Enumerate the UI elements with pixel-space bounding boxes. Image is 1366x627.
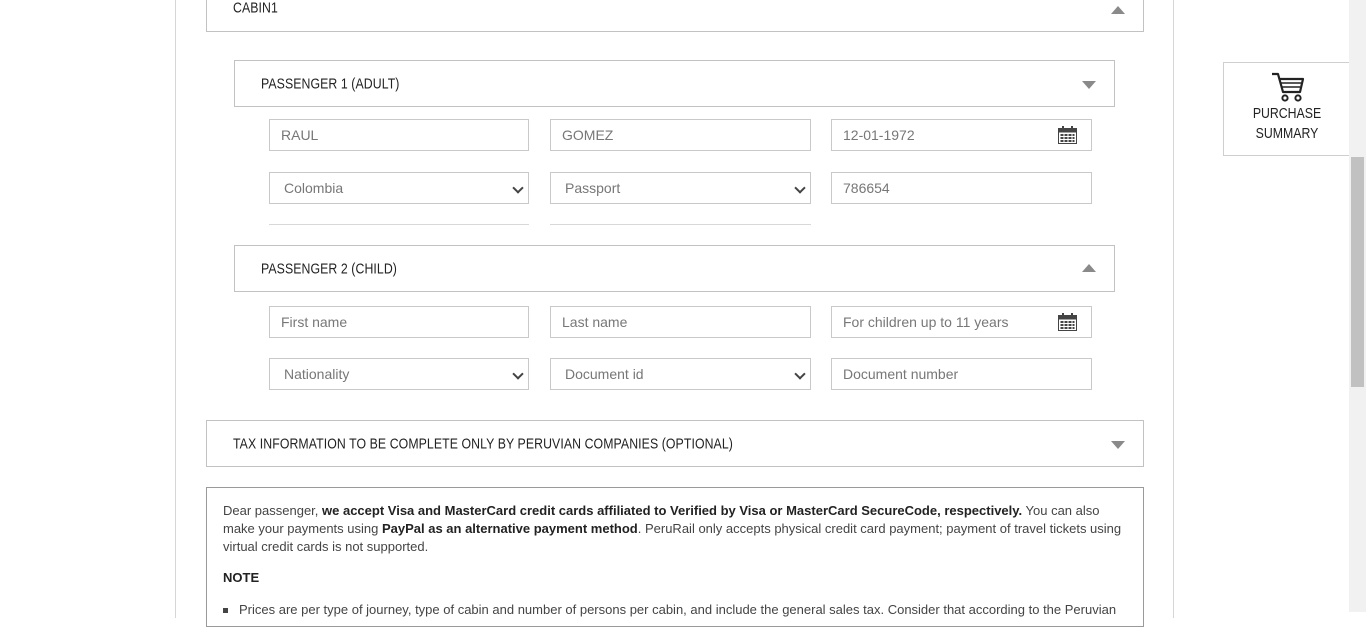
collapse-arrow-icon[interactable]	[1111, 6, 1125, 14]
expand-arrow-icon[interactable]	[1082, 80, 1096, 89]
passenger1-birth-date-value: 12-01-1972	[843, 127, 915, 143]
payment-info-paypal: PayPal as an alternative payment method	[381, 521, 638, 536]
passenger1-last-name-value: GOMEZ	[562, 127, 614, 143]
collapse-arrow-icon[interactable]	[1082, 263, 1096, 272]
passenger2-title: PASSENGER 2 (CHILD)	[261, 260, 397, 277]
page-scrollbar[interactable]	[1349, 0, 1366, 612]
cabin-accordion-header[interactable]: CABIN1	[206, 0, 1144, 32]
note-heading: NOTE	[223, 570, 260, 585]
chevron-down-icon	[512, 182, 524, 194]
passenger2-birth-date-input[interactable]: For children up to 11 years	[831, 306, 1092, 338]
passenger2-document-number-placeholder: Document number	[843, 366, 959, 382]
payment-info-cards-accepted: we accept Visa and MasterCard credit car…	[322, 503, 1023, 518]
passenger1-nationality-value: Colombia	[284, 180, 344, 196]
chevron-down-icon	[512, 368, 524, 380]
passenger1-accordion-header[interactable]: PASSENGER 1 (ADULT)	[234, 60, 1115, 107]
passenger1-last-name-input[interactable]: GOMEZ	[550, 119, 811, 151]
purchase-summary-label: PURCHASE SUMMARY	[1235, 104, 1338, 144]
passenger2-document-type-select[interactable]: Document id	[550, 358, 811, 390]
passenger2-birth-date-placeholder: For children up to 11 years	[843, 314, 1009, 330]
passenger2-document-number-input[interactable]: Document number	[831, 358, 1092, 390]
payment-info-box: Dear passenger, we accept Visa and Maste…	[206, 487, 1144, 627]
purchase-summary-line1: PURCHASE	[1252, 105, 1322, 122]
passenger2-first-name-input[interactable]: First name	[269, 306, 529, 338]
payment-info-intro: Dear passenger,	[223, 503, 323, 518]
passenger1-document-number-value: 786654	[843, 180, 890, 196]
tax-information-accordion-header[interactable]: TAX INFORMATION TO BE COMPLETE ONLY BY P…	[206, 420, 1144, 467]
calendar-icon[interactable]	[1058, 126, 1077, 144]
payment-info-paragraph: Dear passenger, we accept Visa and Maste…	[223, 502, 1127, 556]
note-bullet-item: Prices are per type of journey, type of …	[223, 601, 1127, 619]
calendar-icon[interactable]	[1058, 313, 1077, 331]
passenger1-document-number-input[interactable]: 786654	[831, 172, 1092, 204]
chevron-down-icon	[794, 182, 806, 194]
passenger2-first-name-placeholder: First name	[281, 314, 348, 330]
passenger2-nationality-select[interactable]: Nationality	[269, 358, 529, 390]
cart-icon	[1272, 72, 1305, 102]
purchase-summary-line2: SUMMARY	[1255, 125, 1319, 142]
passenger1-first-name-input[interactable]: RAUL	[269, 119, 529, 151]
expand-arrow-icon[interactable]	[1111, 440, 1125, 449]
passenger2-last-name-input[interactable]: Last name	[550, 306, 811, 338]
divider	[550, 224, 811, 225]
passenger2-accordion-header[interactable]: PASSENGER 2 (CHILD)	[234, 245, 1115, 292]
passenger1-document-type-select[interactable]: Passport	[550, 172, 811, 204]
divider	[269, 224, 529, 225]
purchase-summary-button[interactable]: PURCHASE SUMMARY	[1223, 62, 1351, 156]
passenger1-birth-date-input[interactable]: 12-01-1972	[831, 119, 1092, 151]
passenger1-title: PASSENGER 1 (ADULT)	[261, 75, 400, 92]
cabin-title: CABIN1	[233, 0, 278, 17]
passenger1-first-name-value: RAUL	[281, 127, 319, 143]
passenger2-last-name-placeholder: Last name	[562, 314, 628, 330]
passenger2-nationality-placeholder: Nationality	[284, 366, 350, 382]
passenger1-document-type-value: Passport	[565, 180, 621, 196]
passenger1-nationality-select[interactable]: Colombia	[269, 172, 529, 204]
passenger2-document-type-placeholder: Document id	[565, 366, 644, 382]
tax-information-title: TAX INFORMATION TO BE COMPLETE ONLY BY P…	[233, 435, 733, 452]
scrollbar-thumb[interactable]	[1351, 157, 1364, 387]
chevron-down-icon	[794, 368, 806, 380]
